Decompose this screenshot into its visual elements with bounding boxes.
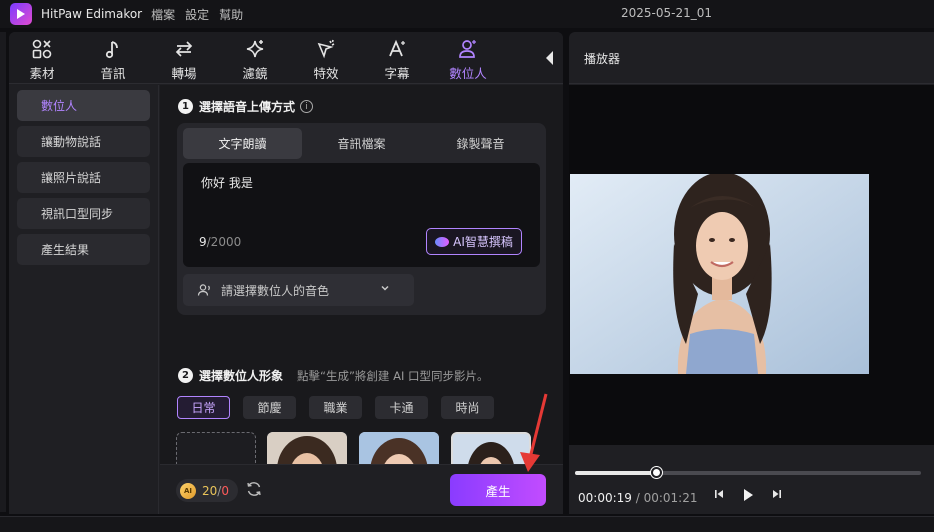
- step-forward-icon[interactable]: [771, 488, 783, 500]
- assets-icon: [32, 39, 52, 59]
- digital-human-icon: [459, 40, 476, 58]
- tool-transition[interactable]: 轉場: [152, 36, 216, 82]
- tab-record-voice[interactable]: 錄製聲音: [421, 128, 540, 159]
- char-counter: 9/2000: [199, 235, 241, 249]
- tool-audio[interactable]: 音訊: [81, 36, 145, 82]
- char-count: 9: [199, 235, 207, 249]
- tool-label: 字幕: [384, 66, 410, 81]
- sidebar: 數位人 讓動物說話 讓照片說話 視訊口型同步 產生結果: [9, 85, 159, 514]
- timecode: 00:00:19 / 00:01:21: [578, 491, 697, 505]
- preview-video: [570, 174, 869, 374]
- effects-wand-icon: [317, 39, 335, 59]
- tool-label: 轉場: [171, 66, 197, 81]
- annotation-arrow-icon: [520, 393, 548, 472]
- script-textarea[interactable]: 你好 我是 9/2000 AI智慧撰稿: [183, 163, 540, 267]
- caret-left-icon: [546, 51, 553, 65]
- chip-profession[interactable]: 職業: [309, 396, 362, 419]
- sidebar-item-results[interactable]: 產生結果: [17, 234, 150, 265]
- app-title: HitPaw Edimakor: [41, 7, 143, 21]
- project-title: 2025-05-21_01: [621, 6, 713, 20]
- player-title: 播放器: [584, 52, 621, 66]
- main-panel: 素材 音訊 轉場 濾鏡 特效 字幕 數位人 數位人 讓動物說話 讓照片說話 視訊…: [9, 32, 563, 514]
- credit-used: 20: [202, 483, 218, 498]
- collapse-panel-button[interactable]: [543, 48, 557, 68]
- voice-select-placeholder: 請選擇數位人的音色: [221, 283, 330, 298]
- app-logo-icon: [10, 3, 32, 25]
- credit-badge: AI 20/0: [176, 479, 238, 502]
- text-a-icon: [389, 39, 405, 57]
- time-separator: /: [631, 491, 644, 505]
- char-limit: /2000: [206, 235, 242, 249]
- player-header: 播放器: [569, 32, 934, 84]
- voice-select-dropdown[interactable]: 請選擇數位人的音色: [183, 274, 414, 306]
- script-text: 你好 我是: [201, 176, 253, 190]
- chip-fashion[interactable]: 時尚: [441, 396, 494, 419]
- chip-daily[interactable]: 日常: [177, 396, 230, 419]
- left-edge-strip: [0, 32, 6, 512]
- feature-toolbar: 素材 音訊 轉場 濾鏡 特效 字幕 數位人: [9, 32, 563, 84]
- current-time: 00:00:19: [578, 491, 632, 505]
- tab-text-to-speech[interactable]: 文字朗讀: [183, 128, 302, 159]
- playback-scrubber[interactable]: [575, 467, 921, 478]
- ai-orb-icon: [435, 236, 450, 247]
- scrubber-handle[interactable]: [651, 467, 663, 478]
- step2-title-text: 選擇數位人形象: [199, 369, 284, 383]
- step2-hint: 點擊“生成”將創建 AI 口型同步影片。: [297, 368, 489, 383]
- sidebar-item-talking-photo[interactable]: 讓照片說話: [17, 162, 150, 193]
- chip-cartoon[interactable]: 卡通: [375, 396, 428, 419]
- sidebar-item-digital-human[interactable]: 數位人: [17, 90, 150, 121]
- music-note-icon: [105, 41, 118, 59]
- tool-label: 特效: [313, 66, 339, 81]
- menu-help[interactable]: 幫助: [219, 6, 243, 23]
- menu-file[interactable]: 檔案: [151, 6, 175, 23]
- refresh-icon[interactable]: [245, 480, 263, 498]
- tool-subtitle[interactable]: 字幕: [365, 36, 429, 82]
- ai-coin-icon: AI: [180, 482, 196, 499]
- tool-digital-human[interactable]: 數位人: [436, 36, 500, 82]
- play-icon[interactable]: [742, 488, 754, 502]
- voice-upload-card: 文字朗讀 音訊檔案 錄製聲音 你好 我是 9/2000 AI智慧撰稿 請選擇數位…: [177, 123, 546, 315]
- avatar-category-chips: 日常 節慶 職業 卡通 時尚: [177, 396, 507, 419]
- timeline-strip: [0, 516, 934, 532]
- preview-frame: [570, 174, 869, 374]
- chevron-down-icon: [381, 285, 389, 291]
- total-time: 00:01:21: [643, 491, 698, 505]
- tool-label: 濾鏡: [242, 66, 268, 81]
- voice-mode-tabs: 文字朗讀 音訊檔案 錄製聲音: [183, 128, 540, 159]
- transition-arrows-icon: [175, 41, 193, 57]
- generate-button[interactable]: 產生: [450, 474, 546, 506]
- playback-progress-fill: [575, 471, 657, 475]
- player-panel: 播放器 00:00:19 / 00:01:21: [569, 32, 934, 514]
- tool-filter[interactable]: 濾鏡: [223, 36, 287, 82]
- sparkle-icon: [246, 40, 264, 58]
- tool-assets[interactable]: 素材: [10, 36, 74, 82]
- tool-effects[interactable]: 特效: [294, 36, 358, 82]
- chip-festival[interactable]: 節慶: [243, 396, 296, 419]
- menu-settings[interactable]: 設定: [185, 6, 209, 23]
- step1-title-text: 選擇語音上傳方式: [199, 100, 296, 114]
- step2-number: 2: [178, 368, 193, 383]
- step-back-icon[interactable]: [713, 488, 725, 500]
- step1-number: 1: [178, 99, 193, 114]
- sidebar-item-talking-animal[interactable]: 讓動物說話: [17, 126, 150, 157]
- ai-writer-label: AI智慧撰稿: [453, 235, 513, 249]
- voice-person-icon: [197, 284, 210, 296]
- action-bar: AI 20/0 產生: [160, 464, 563, 514]
- ai-writer-button[interactable]: AI智慧撰稿: [426, 228, 522, 255]
- tool-label: 數位人: [449, 66, 487, 81]
- content-area: 1 選擇語音上傳方式 i 文字朗讀 音訊檔案 錄製聲音 你好 我是 9/2000…: [160, 85, 563, 514]
- step2-title: 2 選擇數位人形象 點擊“生成”將創建 AI 口型同步影片。: [178, 367, 489, 384]
- sidebar-item-lip-sync[interactable]: 視訊口型同步: [17, 198, 150, 229]
- info-icon[interactable]: i: [300, 100, 314, 113]
- credit-remaining: 0: [221, 483, 229, 498]
- tool-label: 素材: [29, 66, 55, 81]
- step1-title: 1 選擇語音上傳方式 i: [178, 98, 314, 115]
- tab-audio-file[interactable]: 音訊檔案: [302, 128, 421, 159]
- player-viewport: [569, 85, 934, 445]
- title-bar: HitPaw Edimakor 檔案 設定 幫助 2025-05-21_01: [0, 0, 934, 28]
- tool-label: 音訊: [100, 66, 126, 81]
